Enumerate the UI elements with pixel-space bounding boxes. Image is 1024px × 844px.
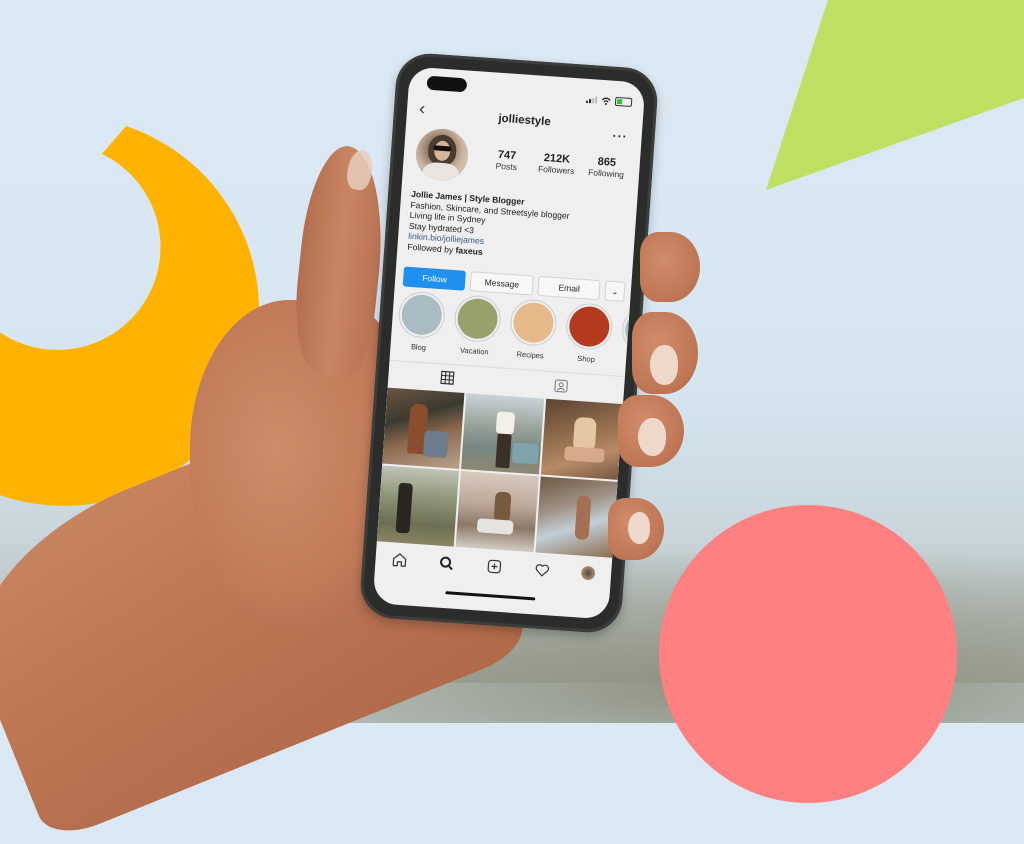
- stat-following[interactable]: 865 Following: [581, 155, 632, 180]
- email-button[interactable]: Email: [537, 276, 601, 300]
- followed-by-prefix: Followed by: [407, 241, 453, 254]
- message-button[interactable]: Message: [470, 271, 534, 295]
- highlight-label: Recipes: [508, 349, 553, 361]
- post-thumbnail[interactable]: [541, 399, 623, 480]
- status-bar: [586, 95, 633, 107]
- tagged-icon[interactable]: [554, 378, 569, 393]
- pink-circle-shape: [659, 505, 957, 803]
- finger-nail: [650, 345, 678, 385]
- posts-grid: [377, 388, 623, 558]
- profile-bio: Jollie James | Style Blogger Fashion, Sk…: [407, 189, 571, 263]
- finger-nail: [638, 418, 666, 456]
- highlight-item[interactable]: Vacation: [452, 294, 500, 357]
- wifi-icon: [601, 96, 612, 105]
- post-thumbnail[interactable]: [535, 477, 617, 558]
- highlight-item[interactable]: Blog: [396, 290, 444, 353]
- highlight-label: Vacation: [452, 345, 497, 357]
- follow-button[interactable]: Follow: [403, 266, 467, 290]
- stat-label: Posts: [481, 160, 532, 173]
- followed-by-user: faxeus: [455, 245, 483, 257]
- profile-stats: 747 Posts 212K Followers 865 Following: [481, 148, 632, 180]
- search-icon[interactable]: [438, 555, 455, 572]
- chevron-down-icon: ⌄: [611, 287, 618, 296]
- home-icon[interactable]: [391, 551, 408, 568]
- post-thumbnail[interactable]: [456, 471, 538, 552]
- stat-followers[interactable]: 212K Followers: [531, 151, 582, 176]
- camera-cutout: [426, 76, 467, 93]
- phone-screen: ‹ jolliestyle ··· 747 Posts 212K Followe…: [373, 66, 646, 619]
- grid-icon[interactable]: [440, 370, 455, 385]
- highlight-label: Blog: [396, 341, 441, 353]
- battery-icon: [615, 97, 633, 107]
- profile-avatar-icon[interactable]: [581, 566, 596, 581]
- finger-nail: [628, 512, 650, 544]
- post-thumbnail[interactable]: [382, 388, 464, 469]
- highlight-item[interactable]: Shop: [564, 302, 612, 365]
- home-indicator: [445, 591, 535, 600]
- activity-heart-icon[interactable]: [533, 561, 550, 578]
- finger-index: [640, 232, 700, 302]
- new-post-icon[interactable]: [486, 558, 503, 575]
- post-thumbnail[interactable]: [461, 393, 543, 474]
- stat-label: Followers: [531, 163, 582, 176]
- highlight-item[interactable]: Recipes: [508, 298, 556, 361]
- post-thumbnail[interactable]: [377, 465, 459, 546]
- signal-icon: [586, 96, 597, 104]
- more-options-button[interactable]: ···: [612, 129, 628, 144]
- suggested-dropdown-button[interactable]: ⌄: [605, 281, 626, 302]
- stat-posts[interactable]: 747 Posts: [481, 148, 532, 173]
- stat-label: Following: [581, 167, 632, 180]
- story-highlights: Blog Vacation Recipes Shop Pr: [396, 290, 645, 369]
- profile-avatar[interactable]: [414, 127, 470, 183]
- highlight-label: Shop: [564, 353, 609, 365]
